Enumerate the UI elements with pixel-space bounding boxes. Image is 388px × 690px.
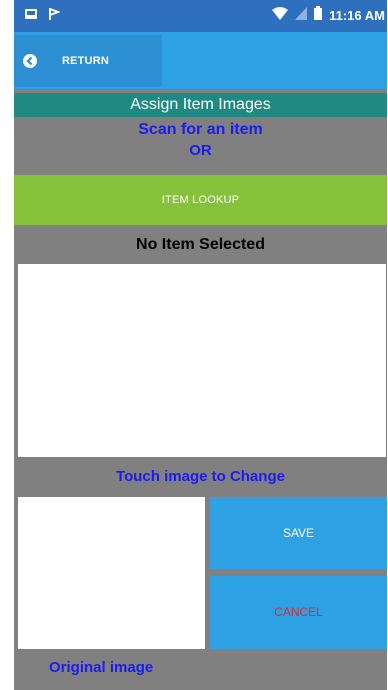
page-title: Assign Item Images (14, 93, 387, 117)
status-time: 11:16 AM (329, 8, 385, 23)
back-circle-icon (22, 53, 38, 69)
signal-icon (295, 6, 308, 25)
touch-image-hint: Touch image to Change (14, 460, 387, 494)
original-image-text: Original image (49, 659, 154, 676)
flag-icon (48, 7, 61, 26)
image-icon (24, 7, 38, 26)
save-button[interactable]: SAVE (210, 497, 387, 569)
battery-icon (314, 6, 323, 25)
item-lookup-button[interactable]: ITEM LOOKUP (14, 175, 387, 225)
app-bar: RETURN (14, 32, 387, 89)
original-image-label: Original image (14, 652, 387, 690)
return-label: RETURN (62, 55, 110, 67)
selected-item-label: No Item Selected (14, 229, 387, 260)
status-left-icons (24, 7, 61, 26)
cancel-button[interactable]: CANCEL (210, 576, 387, 649)
status-bar: 11:16 AM (14, 0, 387, 32)
scan-prompt: Scan for an item (138, 121, 263, 138)
item-image-area (18, 264, 386, 457)
status-right-icons: 11:16 AM (272, 6, 385, 25)
scan-instructions: Scan for an item OR (14, 117, 387, 174)
wifi-icon (272, 6, 289, 25)
new-image-tile[interactable] (18, 497, 205, 649)
return-button[interactable]: RETURN (14, 35, 162, 87)
or-label: OR (189, 142, 212, 159)
app-screen: 11:16 AM RETURN Assign Item Images Scan … (14, 0, 387, 690)
